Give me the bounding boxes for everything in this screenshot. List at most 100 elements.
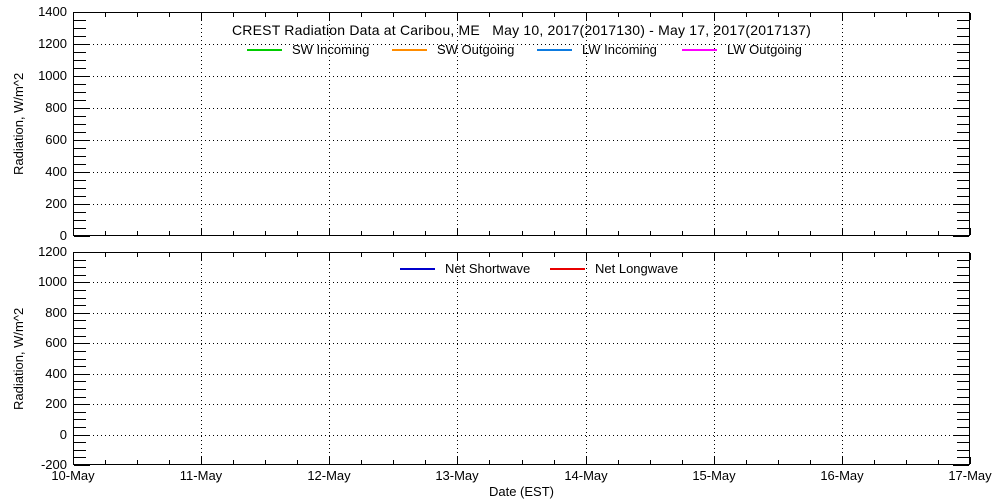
legend-line-sw-outgoing (392, 49, 427, 51)
y-major-tick (74, 404, 90, 405)
x-minor-tick (778, 253, 779, 257)
y-tick-label: 600 (11, 133, 67, 147)
y-tick-label: 400 (11, 165, 67, 179)
y-gridline (73, 343, 970, 344)
x-minor-tick (906, 253, 907, 257)
x-minor-tick (682, 460, 683, 464)
x-tick-label: 15-May (684, 469, 744, 483)
y-minor-tick (74, 298, 86, 299)
y-major-tick (74, 282, 90, 283)
y-minor-tick (74, 148, 86, 149)
x-minor-tick (265, 460, 266, 464)
x-minor-tick (137, 13, 138, 17)
x-minor-tick (906, 13, 907, 17)
y-major-tick (953, 172, 969, 173)
y-tick-label: 200 (11, 197, 67, 211)
x-minor-tick (137, 253, 138, 257)
y-minor-tick (957, 60, 969, 61)
y-minor-tick (957, 275, 969, 276)
y-minor-tick (74, 20, 86, 21)
y-minor-tick (74, 92, 86, 93)
y-major-tick (74, 252, 90, 253)
y-minor-tick (74, 36, 86, 37)
x-minor-tick (874, 13, 875, 17)
y-minor-tick (957, 36, 969, 37)
y-gridline (73, 76, 970, 77)
y-minor-tick (957, 20, 969, 21)
x-minor-tick (650, 231, 651, 235)
x-minor-tick (361, 231, 362, 235)
x-minor-tick (522, 253, 523, 257)
y-minor-tick (957, 52, 969, 53)
x-minor-tick (874, 253, 875, 257)
x-tick-label: 17-May (940, 469, 1000, 483)
x-minor-tick (393, 460, 394, 464)
y-minor-tick (74, 68, 86, 69)
x-gridline (201, 252, 202, 465)
y-major-tick (953, 204, 969, 205)
x-minor-tick (682, 253, 683, 257)
legend-label-lw-outgoing: LW Outgoing (727, 43, 802, 57)
y-tick-label: 1000 (11, 275, 67, 289)
x-minor-tick (810, 460, 811, 464)
y-minor-tick (74, 457, 86, 458)
y-minor-tick (957, 92, 969, 93)
y-minor-tick (74, 196, 86, 197)
x-minor-tick (105, 253, 106, 257)
x-minor-tick (105, 13, 106, 17)
legend-line-net-shortwave (400, 268, 435, 270)
y-major-tick (953, 108, 969, 109)
x-minor-tick (810, 231, 811, 235)
y-minor-tick (74, 351, 86, 352)
y-major-tick (953, 12, 969, 13)
y-minor-tick (957, 305, 969, 306)
y-minor-tick (957, 290, 969, 291)
x-minor-tick (554, 231, 555, 235)
legend-label-lw-incoming: LW Incoming (582, 43, 657, 57)
y-minor-tick (74, 442, 86, 443)
x-major-tick (457, 253, 458, 260)
y-gridline (73, 204, 970, 205)
y-gridline (73, 44, 970, 45)
y-major-tick (953, 404, 969, 405)
y-minor-tick (957, 450, 969, 451)
y-minor-tick (74, 267, 86, 268)
x-major-tick (586, 253, 587, 260)
x-major-tick (73, 13, 74, 20)
x-major-tick (842, 228, 843, 235)
x-minor-tick (522, 460, 523, 464)
x-minor-tick (425, 253, 426, 257)
legend-line-net-longwave (550, 268, 585, 270)
x-minor-tick (297, 13, 298, 17)
x-major-tick (714, 13, 715, 20)
y-minor-tick (957, 220, 969, 221)
y-major-tick (953, 465, 969, 466)
x-minor-tick (938, 460, 939, 464)
x-minor-tick (393, 253, 394, 257)
y-minor-tick (957, 397, 969, 398)
x-major-tick (329, 13, 330, 20)
y-minor-tick (74, 52, 86, 53)
x-minor-tick (778, 231, 779, 235)
x-major-tick (457, 228, 458, 235)
legend-label-net-shortwave: Net Shortwave (445, 262, 530, 276)
x-minor-tick (874, 231, 875, 235)
x-minor-tick (361, 253, 362, 257)
bottom-panel-box (73, 252, 970, 465)
x-major-tick (842, 253, 843, 260)
y-minor-tick (957, 148, 969, 149)
y-tick-label: 1000 (11, 69, 67, 83)
x-minor-tick (938, 13, 939, 17)
y-minor-tick (957, 132, 969, 133)
y-gridline (73, 374, 970, 375)
legend-label-sw-outgoing: SW Outgoing (437, 43, 514, 57)
x-major-tick (73, 253, 74, 260)
x-minor-tick (425, 231, 426, 235)
y-minor-tick (74, 100, 86, 101)
y-minor-tick (74, 260, 86, 261)
x-minor-tick (361, 460, 362, 464)
x-minor-tick (297, 253, 298, 257)
y-tick-label: 0 (11, 229, 67, 243)
x-minor-tick (393, 231, 394, 235)
x-tick-label: 13-May (427, 469, 487, 483)
